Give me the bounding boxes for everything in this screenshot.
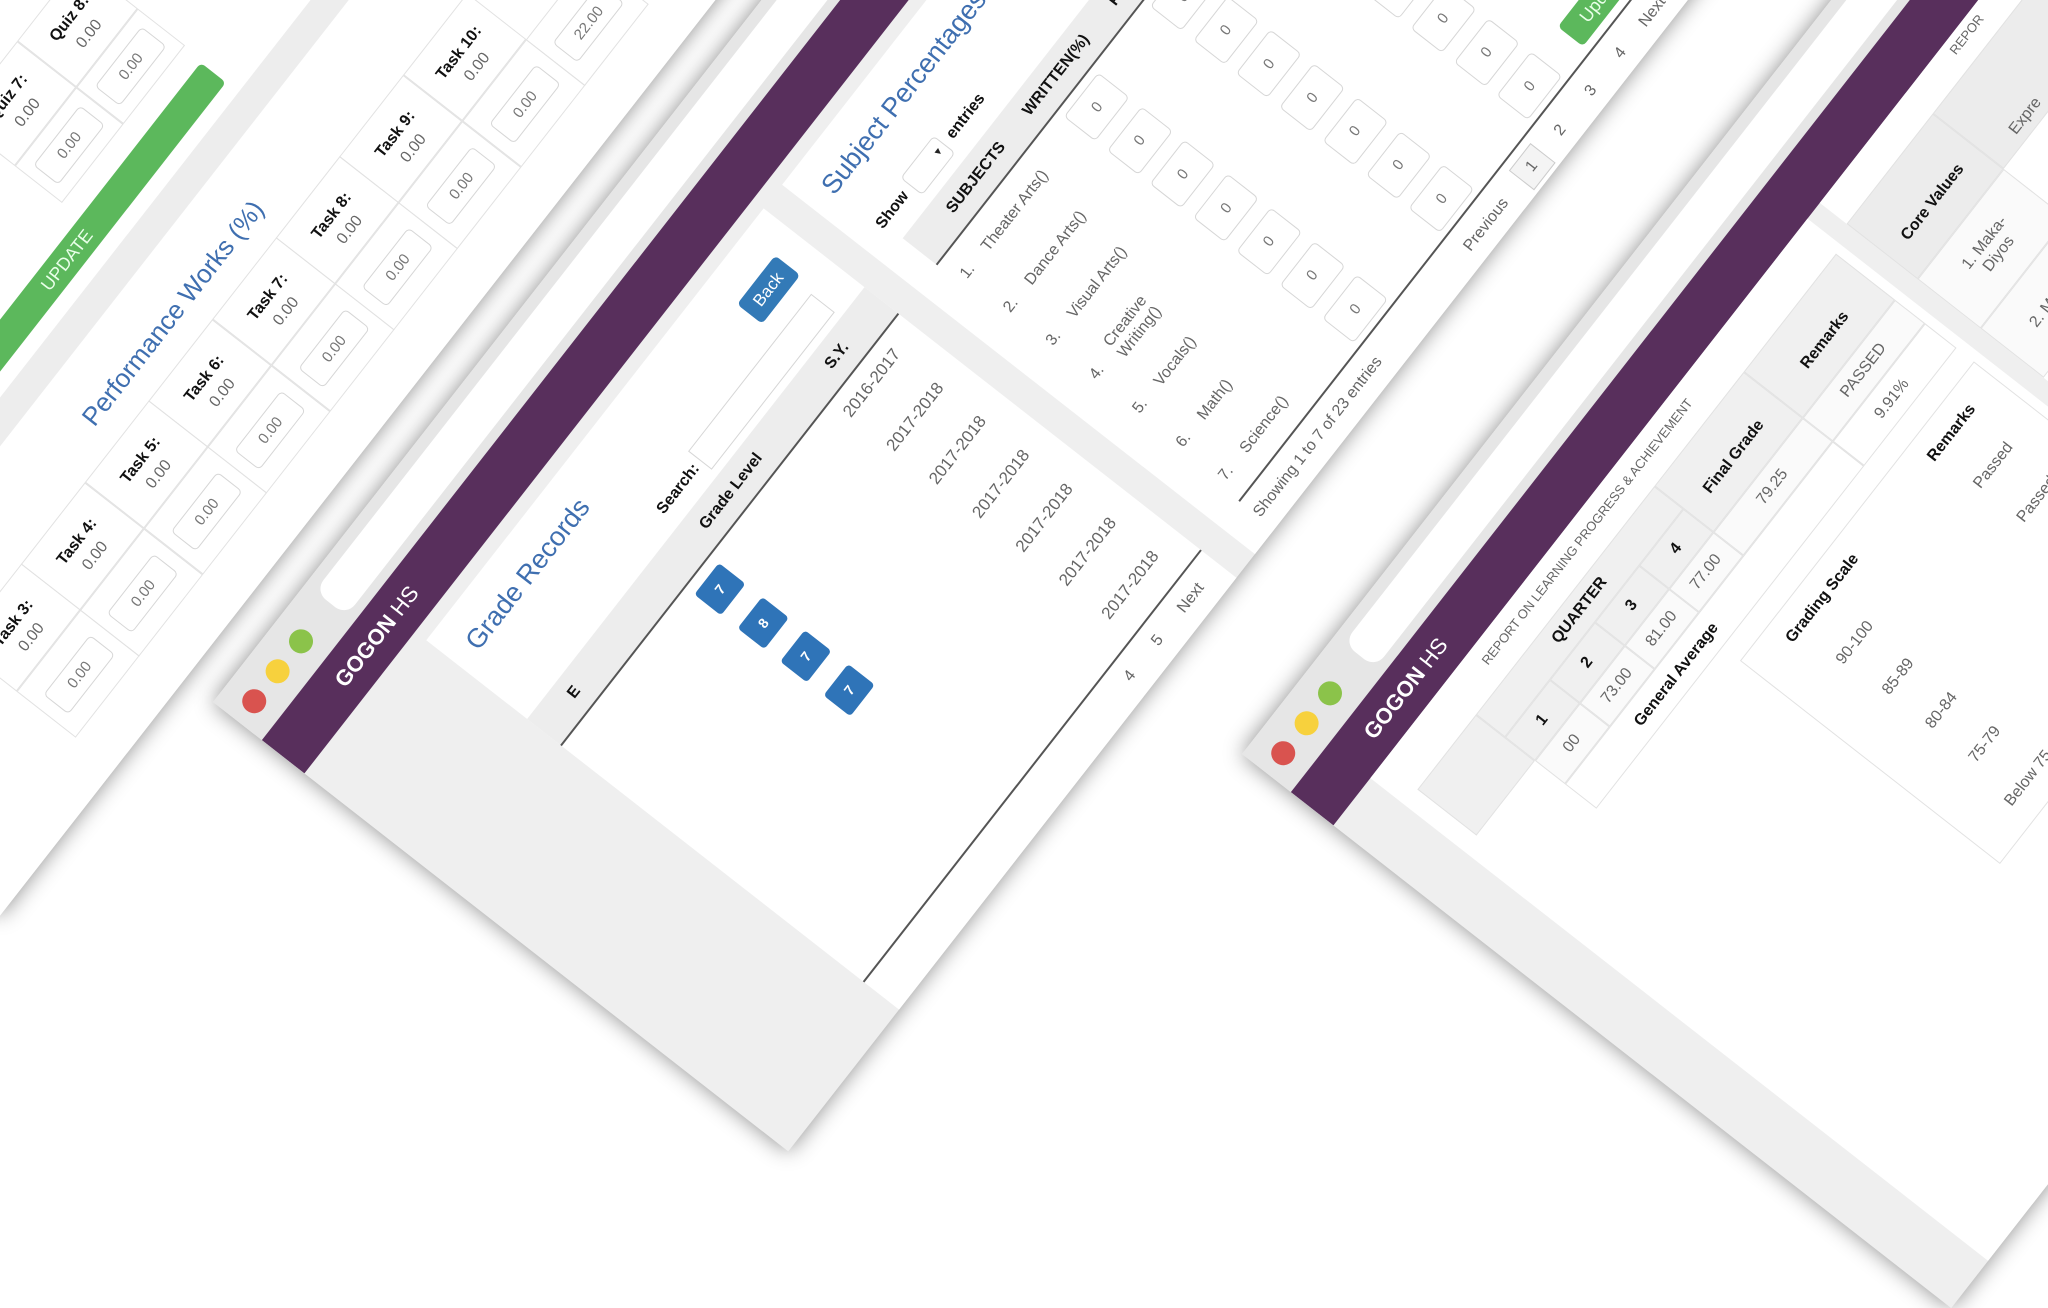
brand-name-light: HS (385, 580, 424, 621)
chevron-down-icon: ▼ (931, 144, 946, 160)
brand-name-light: HS (1414, 632, 1453, 673)
